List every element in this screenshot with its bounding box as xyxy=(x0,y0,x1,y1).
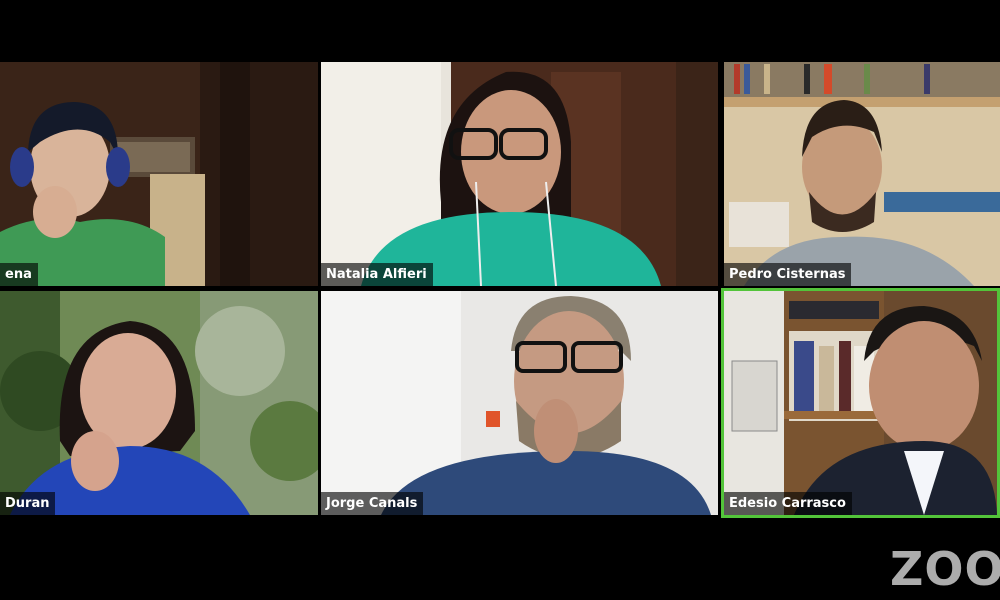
participant-name-label: ena xyxy=(0,263,38,286)
participant-tile[interactable]: Pedro Cisternas xyxy=(724,62,1000,286)
participant-name-label: Jorge Canals xyxy=(321,492,424,515)
participant-name-label: Pedro Cisternas xyxy=(724,263,852,286)
participant-video xyxy=(321,62,718,286)
participant-name-label: Duran xyxy=(0,492,56,515)
video-gallery: ena Natalia Alfieri Pedro Cisternas Dura… xyxy=(0,0,1000,600)
participant-video xyxy=(724,62,1000,286)
participant-video xyxy=(0,62,318,286)
participant-video xyxy=(321,291,718,515)
participant-name-label: Edesio Carrasco xyxy=(724,492,852,515)
participant-name-label: Natalia Alfieri xyxy=(321,263,433,286)
participant-tile[interactable]: Jorge Canals xyxy=(321,291,718,515)
participant-video xyxy=(0,291,318,515)
participant-tile[interactable]: Natalia Alfieri xyxy=(321,62,718,286)
participant-tile[interactable]: Duran xyxy=(0,291,318,515)
participant-video xyxy=(724,291,997,515)
participant-tile[interactable]: ena xyxy=(0,62,318,286)
participant-tile-active-speaker[interactable]: Edesio Carrasco xyxy=(721,288,1000,518)
zoom-logo-watermark: ZOO xyxy=(890,546,1000,592)
